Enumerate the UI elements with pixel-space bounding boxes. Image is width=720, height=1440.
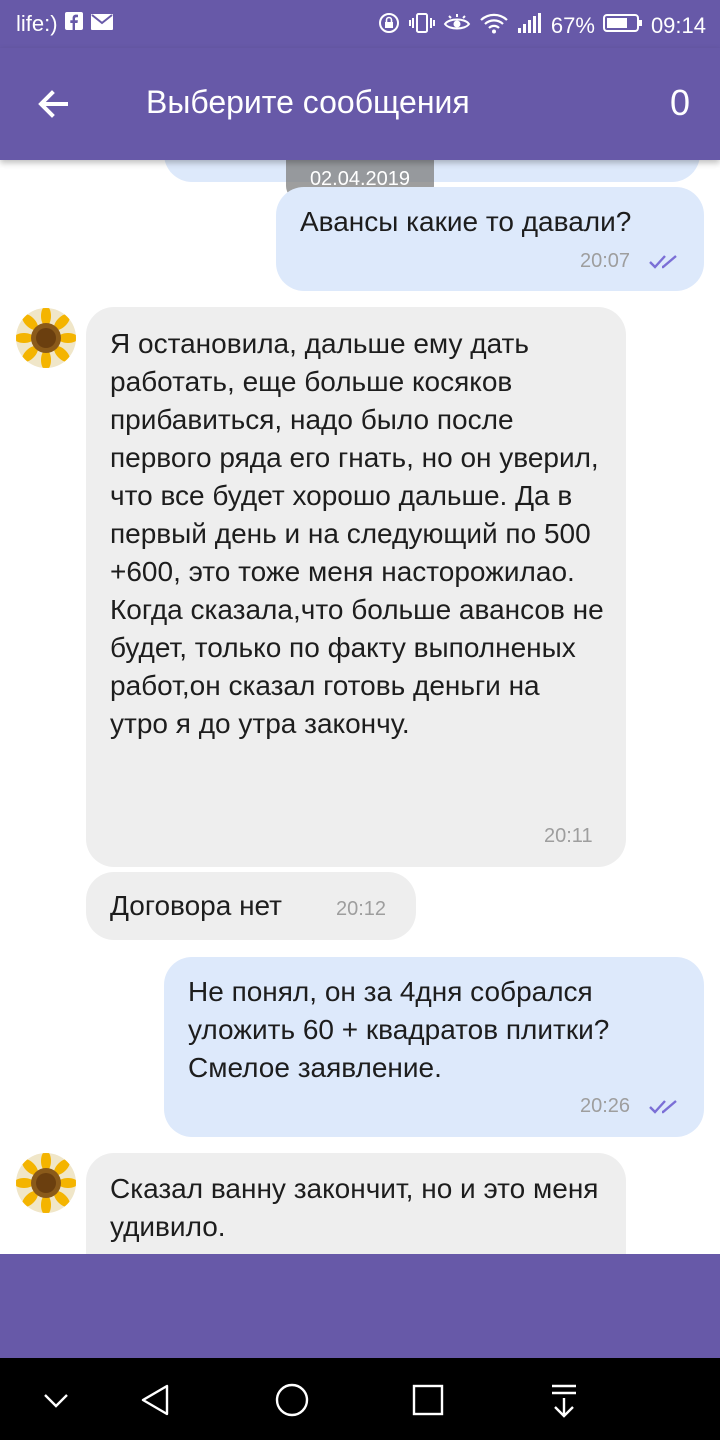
selected-count: 0	[669, 82, 690, 123]
signal-icon	[517, 12, 543, 40]
page-title: Выберите сообщения	[146, 84, 470, 120]
message-bubble-outgoing[interactable]: Авансы какие то давали? 20:07	[276, 187, 704, 291]
message-text: Авансы какие то давали?	[300, 206, 632, 237]
recents-square-icon[interactable]	[400, 1372, 456, 1428]
selection-action-panel	[0, 1254, 720, 1358]
eye-icon	[443, 12, 471, 40]
message-time: 20:11	[544, 825, 593, 847]
chevron-down-icon[interactable]	[28, 1372, 84, 1428]
avatar[interactable]	[16, 1153, 76, 1213]
avatar[interactable]	[16, 308, 76, 368]
message-bubble-outgoing[interactable]: Не понял, он за 4дня собрался уложить 60…	[164, 957, 704, 1137]
double-check-icon	[649, 1100, 677, 1114]
sunflower-icon	[16, 1153, 76, 1213]
message-time: 20:26	[580, 1095, 631, 1117]
arrow-left-icon	[38, 90, 68, 118]
notification-pull-icon[interactable]	[536, 1372, 592, 1428]
wifi-icon	[479, 12, 509, 40]
sunflower-icon	[16, 308, 76, 368]
clock: 09:14	[650, 13, 706, 38]
message-time: 20:07	[580, 250, 631, 272]
carrier-label: life:)	[16, 11, 58, 36]
battery-icon	[602, 13, 643, 39]
message-bubble-incoming[interactable]: Сказал ванну закончит, но и это меня уди…	[86, 1153, 626, 1254]
app-bar: Выберите сообщения 0	[0, 48, 720, 160]
back-button[interactable]	[28, 78, 80, 130]
vibrate-icon	[408, 11, 435, 41]
message-bubble-incoming[interactable]: Договора нет 20:12	[86, 872, 416, 940]
message-text: Сказал ванну закончит, но и это меня уди…	[110, 1173, 599, 1242]
rotation-lock-icon	[377, 11, 401, 41]
system-nav-bar	[0, 1358, 720, 1440]
message-time: 20:12	[336, 898, 387, 920]
message-text: Я остановила, дальше ему дать работать, …	[110, 328, 604, 739]
message-list[interactable]: 02.04.2019 Авансы какие то давали? 20:07…	[0, 160, 720, 1254]
back-triangle-icon[interactable]	[127, 1372, 183, 1428]
message-bubble-incoming[interactable]: Я остановила, дальше ему дать работать, …	[86, 307, 626, 867]
facebook-icon	[64, 11, 84, 37]
battery-percent: 67%	[550, 13, 595, 38]
message-text: Договора нет	[110, 890, 283, 921]
mail-icon	[90, 11, 114, 37]
status-bar: life:) 67% 09:14	[0, 0, 720, 48]
message-text: Не понял, он за 4дня собрался уложить 60…	[188, 976, 610, 1083]
double-check-icon	[649, 255, 677, 269]
home-circle-icon[interactable]	[264, 1372, 320, 1428]
